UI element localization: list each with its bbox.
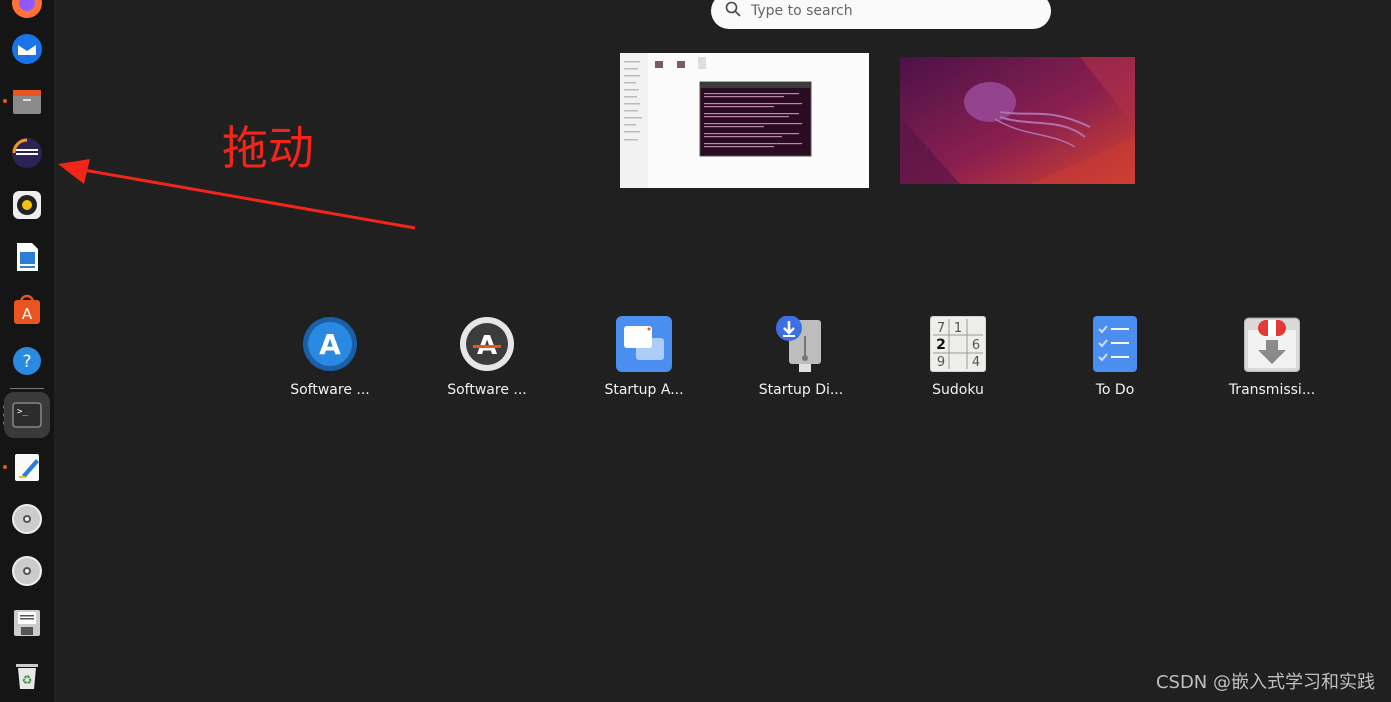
ubuntu-software-icon[interactable]: A — [4, 286, 50, 332]
svg-text:>_: >_ — [17, 407, 28, 417]
floppy-icon[interactable] — [4, 600, 50, 646]
rhythmbox-icon[interactable] — [4, 182, 50, 228]
dock-separator — [10, 388, 44, 389]
workspace-thumbnail-2[interactable] — [900, 57, 1135, 184]
app-startup-disk[interactable]: Startup Di... — [731, 316, 871, 398]
text-editor-icon[interactable] — [4, 444, 50, 490]
disc-icon[interactable] — [4, 496, 50, 542]
search-icon — [725, 1, 741, 21]
software-icon: A — [303, 317, 357, 371]
libreoffice-writer-icon[interactable] — [4, 234, 50, 280]
search-bar[interactable] — [711, 0, 1051, 29]
app-sudoku[interactable]: 7 1 2 6 9 4 Sudoku — [888, 316, 1028, 398]
app-label: Startup Di... — [758, 382, 844, 398]
sudoku-icon: 7 1 2 6 9 4 — [930, 316, 986, 372]
app-todo[interactable]: To Do — [1045, 316, 1185, 398]
app-software[interactable]: A Software ... — [260, 316, 400, 398]
app-software-updater[interactable]: A Software ... — [417, 316, 557, 398]
app-label: Software ... — [447, 382, 527, 398]
jellyfish-wallpaper — [900, 57, 1135, 184]
app-label: Transmissi... — [1228, 382, 1316, 398]
app-transmission[interactable]: Transmissi... — [1202, 316, 1342, 398]
todo-icon — [1093, 316, 1137, 372]
startup-applications-icon — [616, 316, 672, 372]
app-label: To Do — [1095, 382, 1135, 398]
help-icon[interactable]: ? — [4, 338, 50, 384]
sudoku-digit: 7 — [937, 321, 945, 336]
annotation-text: 拖动 — [222, 121, 314, 175]
dock: A ? >_ ♻ — [0, 0, 54, 702]
firefox-icon[interactable] — [4, 0, 50, 26]
search-input[interactable] — [751, 1, 1011, 21]
startup-disk-icon — [776, 316, 821, 372]
watermark: CSDN @嵌入式学习和实践 — [1155, 672, 1375, 693]
workspace-preview-windows — [620, 53, 869, 188]
svg-text:♻: ♻ — [22, 673, 33, 687]
sudoku-digit: 1 — [954, 321, 962, 336]
app-startup-applications[interactable]: Startup A... — [574, 316, 714, 398]
software-updater-icon: A — [460, 317, 514, 371]
sudoku-digit: 4 — [972, 355, 980, 370]
sudoku-digit: 6 — [972, 338, 980, 353]
app-label: Startup A... — [604, 382, 684, 398]
transmission-icon — [1244, 317, 1300, 372]
files-icon[interactable] — [4, 78, 50, 124]
svg-text:?: ? — [22, 352, 31, 372]
app-label: Software ... — [290, 382, 370, 398]
svg-text:A: A — [22, 305, 33, 323]
terminal-icon[interactable]: >_ — [4, 392, 50, 438]
trash-icon[interactable]: ♻ — [4, 652, 50, 698]
disc-icon[interactable] — [4, 548, 50, 594]
svg-text:A: A — [319, 328, 341, 361]
app-label: Sudoku — [932, 382, 984, 398]
thunderbird-icon[interactable] — [4, 26, 50, 72]
sudoku-digit: 9 — [937, 355, 945, 370]
sudoku-digit: 2 — [936, 337, 946, 353]
eclipse-icon[interactable] — [4, 130, 50, 176]
workspace-thumbnail-1[interactable] — [620, 53, 869, 188]
